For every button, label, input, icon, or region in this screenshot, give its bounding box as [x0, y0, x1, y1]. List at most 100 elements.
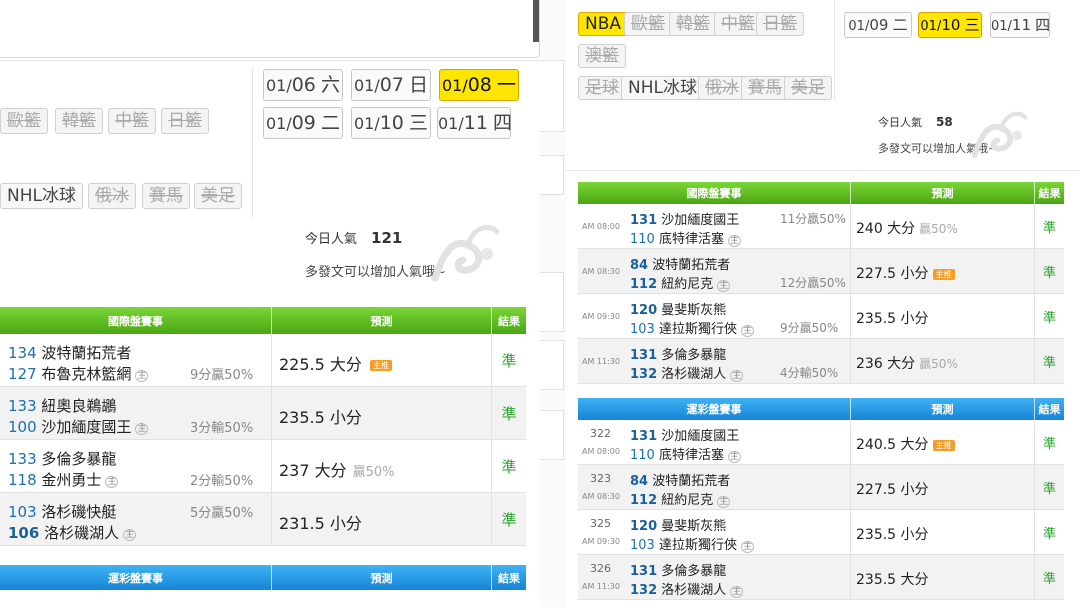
team-name: 波特蘭拓荒者 — [652, 474, 731, 489]
date-button-selected[interactable]: 01/08 一 — [439, 69, 519, 101]
team-name: 沙加緬度國王 — [661, 429, 740, 444]
category-chip[interactable]: 韓籃 — [55, 108, 103, 134]
date-day: 10 — [941, 16, 961, 34]
category-chip[interactable]: 中籃 — [108, 108, 156, 134]
category-chip[interactable]: 韓籃 — [669, 12, 717, 36]
prediction-cell: 235.5 小分 — [272, 387, 492, 439]
category-chip[interactable]: 美足 — [784, 76, 832, 100]
team-name: 金州勇士 — [41, 471, 102, 489]
team-name: 曼斐斯灰熊 — [661, 303, 727, 318]
header-events: 運彩盤賽事 — [578, 398, 851, 420]
team-number: 131 — [630, 564, 658, 579]
date-button[interactable]: 01/07 日 — [351, 69, 431, 101]
category-chip-nhl[interactable]: NHL冰球 — [621, 76, 704, 100]
category-chip[interactable]: 俄冰 — [698, 76, 746, 100]
date-button[interactable]: 01/09 二 — [844, 12, 912, 38]
result-mark: 準 — [501, 352, 517, 370]
prediction-cell: 240 大分 贏50% — [851, 204, 1035, 248]
category-chip-nba[interactable]: NBA — [578, 12, 629, 36]
prediction-cell: 227.5 小分 主推 — [851, 249, 1035, 293]
date-button[interactable]: 01/11 四 — [990, 12, 1050, 38]
date-day: 06 — [291, 74, 316, 96]
header-prediction: 預測 — [851, 398, 1035, 420]
game-time: AM 11:30 — [582, 582, 620, 591]
team-away: 120 曼斐斯灰熊 — [630, 515, 726, 534]
category-chip[interactable]: 賽馬 — [142, 183, 190, 209]
matchup-cell: 103 洛杉磯快艇 106 洛杉磯湖人主 5分贏50% — [0, 493, 272, 545]
team-home: 103 達拉斯獨行俠主 — [630, 318, 754, 337]
date-button[interactable]: 01/06 六 — [263, 69, 343, 101]
game-id: 322 — [590, 427, 611, 440]
date-month: 01/ — [991, 19, 1012, 34]
game-time: AM 09:30 — [582, 537, 620, 546]
date-button-selected[interactable]: 01/10 三 — [918, 12, 982, 38]
table-row: 322 AM 08:00 131 沙加緬度國王 110 底特律活塞主 240.5 大分主… — [578, 420, 1064, 465]
matchup-cell: 322 AM 08:00 131 沙加緬度國王 110 底特律活塞主 — [578, 420, 851, 464]
category-chip[interactable]: 賽馬 — [741, 76, 789, 100]
prediction-cell: 235.5 小分 — [851, 294, 1035, 338]
prediction-value: 235.5 小分 — [279, 408, 362, 427]
date-month: 01/ — [265, 76, 292, 95]
date-month: 01/ — [438, 114, 464, 133]
date-day: 11 — [1011, 16, 1032, 34]
win-rate: 贏50% — [919, 357, 958, 371]
header-result: 結果 — [1038, 403, 1061, 416]
table-row: AM 08:00 131 沙加緬度國王 110 底特律活塞主 11分贏50% 240 大… — [578, 204, 1064, 249]
result-mark: 準 — [1042, 572, 1056, 587]
gap-fragment — [540, 340, 564, 390]
popularity-value: 121 — [371, 229, 403, 247]
category-chip[interactable]: 日籃 — [756, 12, 804, 36]
date-day: 10 — [379, 112, 404, 134]
category-chip[interactable]: 美足 — [194, 183, 242, 209]
right-screenshot-panel: NBA 歐籃 韓籃 中籃 日籃 澳籃 足球 NHL冰球 俄冰 賽馬 美足 01/… — [566, 0, 1080, 607]
category-chip[interactable]: 歐籃 — [0, 108, 48, 134]
team-name: 紐約尼克 — [661, 493, 714, 508]
lottery-table-header: 運彩盤賽事 預測 結果 — [0, 565, 526, 590]
result-mark: 準 — [1042, 482, 1056, 497]
result-mark: 準 — [501, 405, 517, 423]
date-button[interactable]: 01/11 四 — [437, 107, 512, 139]
category-chip[interactable]: 日籃 — [161, 108, 209, 134]
hot-pick-badge: 主推 — [369, 360, 392, 371]
date-day: 08 — [467, 74, 492, 96]
left-screenshot-panel: 歐籃 韓籃 中籃 日籃 NHL冰球 俄冰 賽馬 美足 01/06 六 01/07… — [0, 0, 540, 607]
date-weekday: 三 — [964, 16, 980, 34]
team-home: 103 達拉斯獨行俠主 — [630, 534, 754, 553]
spread-text: 4分輸50% — [780, 366, 839, 380]
home-mark: 主 — [135, 370, 149, 382]
team-name: 多倫多暴龍 — [661, 564, 727, 579]
date-button[interactable]: 01/09 二 — [263, 107, 343, 139]
category-chip[interactable]: 歐籃 — [624, 12, 672, 36]
team-home: 112 紐約尼克主 — [630, 273, 731, 292]
popularity-label: 今日人氣 — [305, 232, 358, 247]
team-number: 134 — [8, 344, 37, 362]
date-day: 07 — [379, 74, 404, 96]
gap-fragment — [540, 155, 564, 195]
team-number: 100 — [8, 418, 37, 436]
team-number: 112 — [630, 493, 658, 508]
home-mark: 主 — [740, 541, 754, 553]
date-button[interactable]: 01/10 三 — [351, 107, 431, 139]
team-home: 100 沙加緬度國王主 — [8, 416, 149, 437]
result-mark: 準 — [501, 458, 517, 476]
team-name: 沙加緬度國王 — [41, 418, 132, 436]
prediction-cell: 225.5 大分 主推 — [272, 334, 492, 386]
header-prediction: 預測 — [272, 565, 492, 590]
date-month: 01/ — [920, 19, 942, 34]
prediction-text: 227.5 小分 — [856, 479, 929, 499]
header-prediction: 預測 — [272, 307, 492, 334]
category-chip[interactable]: 俄冰 — [88, 183, 136, 209]
game-time: AM 08:00 — [582, 447, 620, 456]
team-number: 120 — [630, 303, 658, 318]
filter-divider — [834, 0, 835, 100]
prediction-value: 236 大分 — [856, 356, 916, 372]
category-chip-nhl[interactable]: NHL冰球 — [0, 183, 83, 209]
home-mark: 主 — [717, 280, 731, 292]
prediction-value: 235.5 小分 — [856, 311, 929, 327]
category-chip[interactable]: 中籃 — [714, 12, 762, 36]
date-day: 11 — [463, 112, 488, 134]
category-chip[interactable]: 足球 — [578, 76, 626, 100]
category-chip[interactable]: 澳籃 — [578, 44, 626, 68]
date-weekday: 六 — [321, 74, 341, 96]
home-mark: 主 — [123, 529, 137, 541]
